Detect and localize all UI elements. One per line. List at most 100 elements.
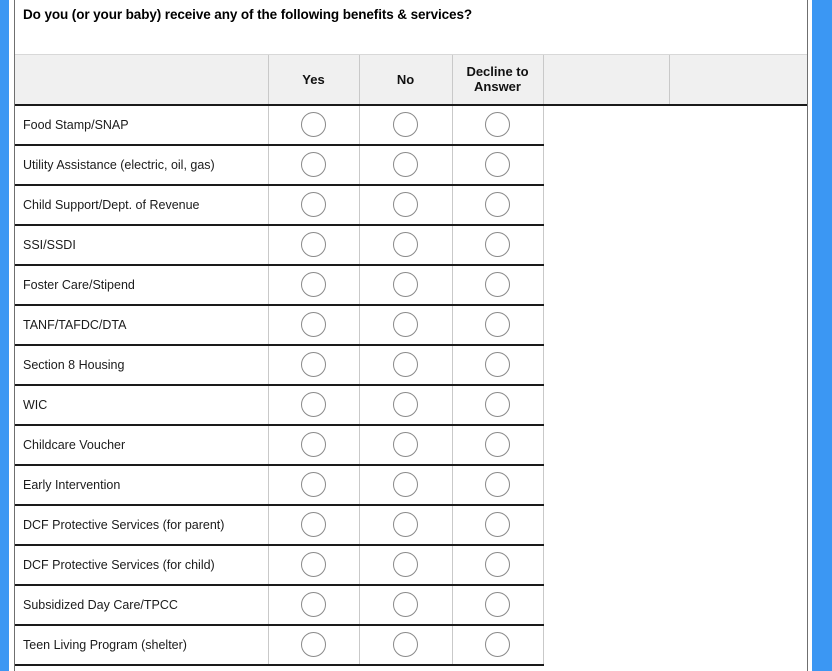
radio-cell-decline[interactable] [451,104,543,146]
radio-cell-no[interactable] [358,344,452,386]
radio-cell-yes[interactable] [267,424,359,466]
radio-cell-no[interactable] [358,504,452,546]
radio-button-decline[interactable] [485,432,510,457]
radio-button-yes[interactable] [301,592,326,617]
radio-cell-yes[interactable] [267,504,359,546]
radio-button-no[interactable] [393,352,418,377]
radio-button-decline[interactable] [485,472,510,497]
radio-cell-decline[interactable] [451,424,543,466]
radio-button-decline[interactable] [485,152,510,177]
radio-button-yes[interactable] [301,392,326,417]
radio-button-no[interactable] [393,552,418,577]
radio-cell-yes[interactable] [267,144,359,186]
benefits-services-table: Yes No Decline to Answer Food Stamp/SNAP… [15,54,807,666]
radio-cell-no[interactable] [358,384,452,426]
radio-button-yes[interactable] [301,512,326,537]
table-header-row: Yes No Decline to Answer [15,54,807,106]
radio-cell-yes[interactable] [267,344,359,386]
table-row: DCF Protective Services (for parent) [15,504,807,546]
radio-cell-no[interactable] [358,224,452,266]
row-empty-cell-2 [669,104,807,145]
column-header-yes: Yes [267,54,359,106]
radio-cell-decline[interactable] [451,384,543,426]
row-empty-cell-2 [669,384,807,425]
radio-button-yes[interactable] [301,272,326,297]
radio-button-no[interactable] [393,632,418,657]
radio-button-no[interactable] [393,392,418,417]
radio-cell-no[interactable] [358,104,452,146]
radio-cell-yes[interactable] [267,584,359,626]
radio-button-no[interactable] [393,472,418,497]
radio-cell-yes[interactable] [267,544,359,586]
radio-button-decline[interactable] [485,112,510,137]
radio-button-decline[interactable] [485,552,510,577]
radio-cell-decline[interactable] [451,184,543,226]
radio-cell-yes[interactable] [267,264,359,306]
radio-cell-no[interactable] [358,584,452,626]
radio-cell-no[interactable] [358,144,452,186]
radio-button-no[interactable] [393,112,418,137]
radio-button-yes[interactable] [301,312,326,337]
radio-cell-decline[interactable] [451,464,543,506]
radio-button-no[interactable] [393,432,418,457]
radio-button-yes[interactable] [301,472,326,497]
radio-button-decline[interactable] [485,392,510,417]
column-header-decline-line1: Decline to [466,64,529,80]
radio-cell-yes[interactable] [267,184,359,226]
radio-button-decline[interactable] [485,352,510,377]
radio-button-yes[interactable] [301,152,326,177]
column-header-no: No [358,54,452,106]
radio-button-yes[interactable] [301,552,326,577]
radio-button-no[interactable] [393,512,418,537]
radio-cell-no[interactable] [358,544,452,586]
radio-cell-decline[interactable] [451,144,543,186]
radio-cell-decline[interactable] [451,624,543,666]
radio-button-no[interactable] [393,192,418,217]
radio-cell-decline[interactable] [451,584,543,626]
radio-cell-yes[interactable] [267,104,359,146]
radio-button-no[interactable] [393,312,418,337]
radio-cell-yes[interactable] [267,384,359,426]
radio-button-decline[interactable] [485,272,510,297]
row-empty-cell-2 [669,144,807,185]
radio-button-decline[interactable] [485,232,510,257]
radio-cell-decline[interactable] [451,544,543,586]
radio-cell-no[interactable] [358,624,452,666]
radio-button-decline[interactable] [485,632,510,657]
radio-cell-no[interactable] [358,184,452,226]
radio-cell-no[interactable] [358,464,452,506]
radio-cell-yes[interactable] [267,624,359,666]
radio-button-no[interactable] [393,152,418,177]
radio-button-decline[interactable] [485,512,510,537]
radio-button-yes[interactable] [301,192,326,217]
row-empty-cell-2 [669,304,807,345]
radio-button-yes[interactable] [301,232,326,257]
radio-cell-no[interactable] [358,424,452,466]
radio-button-yes[interactable] [301,432,326,457]
row-empty-cell-1 [542,184,669,225]
radio-cell-decline[interactable] [451,344,543,386]
radio-cell-decline[interactable] [451,304,543,346]
radio-cell-decline[interactable] [451,224,543,266]
survey-panel: Do you (or your baby) receive any of the… [15,0,807,671]
table-row: SSI/SSDI [15,224,807,266]
radio-button-no[interactable] [393,592,418,617]
radio-button-no[interactable] [393,232,418,257]
radio-cell-yes[interactable] [267,304,359,346]
radio-button-decline[interactable] [485,312,510,337]
radio-button-decline[interactable] [485,192,510,217]
radio-button-decline[interactable] [485,592,510,617]
radio-cell-yes[interactable] [267,464,359,506]
radio-cell-decline[interactable] [451,264,543,306]
row-label: Teen Living Program (shelter) [15,624,268,666]
panel-border-right [807,0,808,671]
radio-button-yes[interactable] [301,112,326,137]
radio-cell-decline[interactable] [451,504,543,546]
radio-button-yes[interactable] [301,632,326,657]
radio-button-yes[interactable] [301,352,326,377]
radio-cell-no[interactable] [358,264,452,306]
radio-cell-yes[interactable] [267,224,359,266]
table-row: Utility Assistance (electric, oil, gas) [15,144,807,186]
radio-button-no[interactable] [393,272,418,297]
radio-cell-no[interactable] [358,304,452,346]
